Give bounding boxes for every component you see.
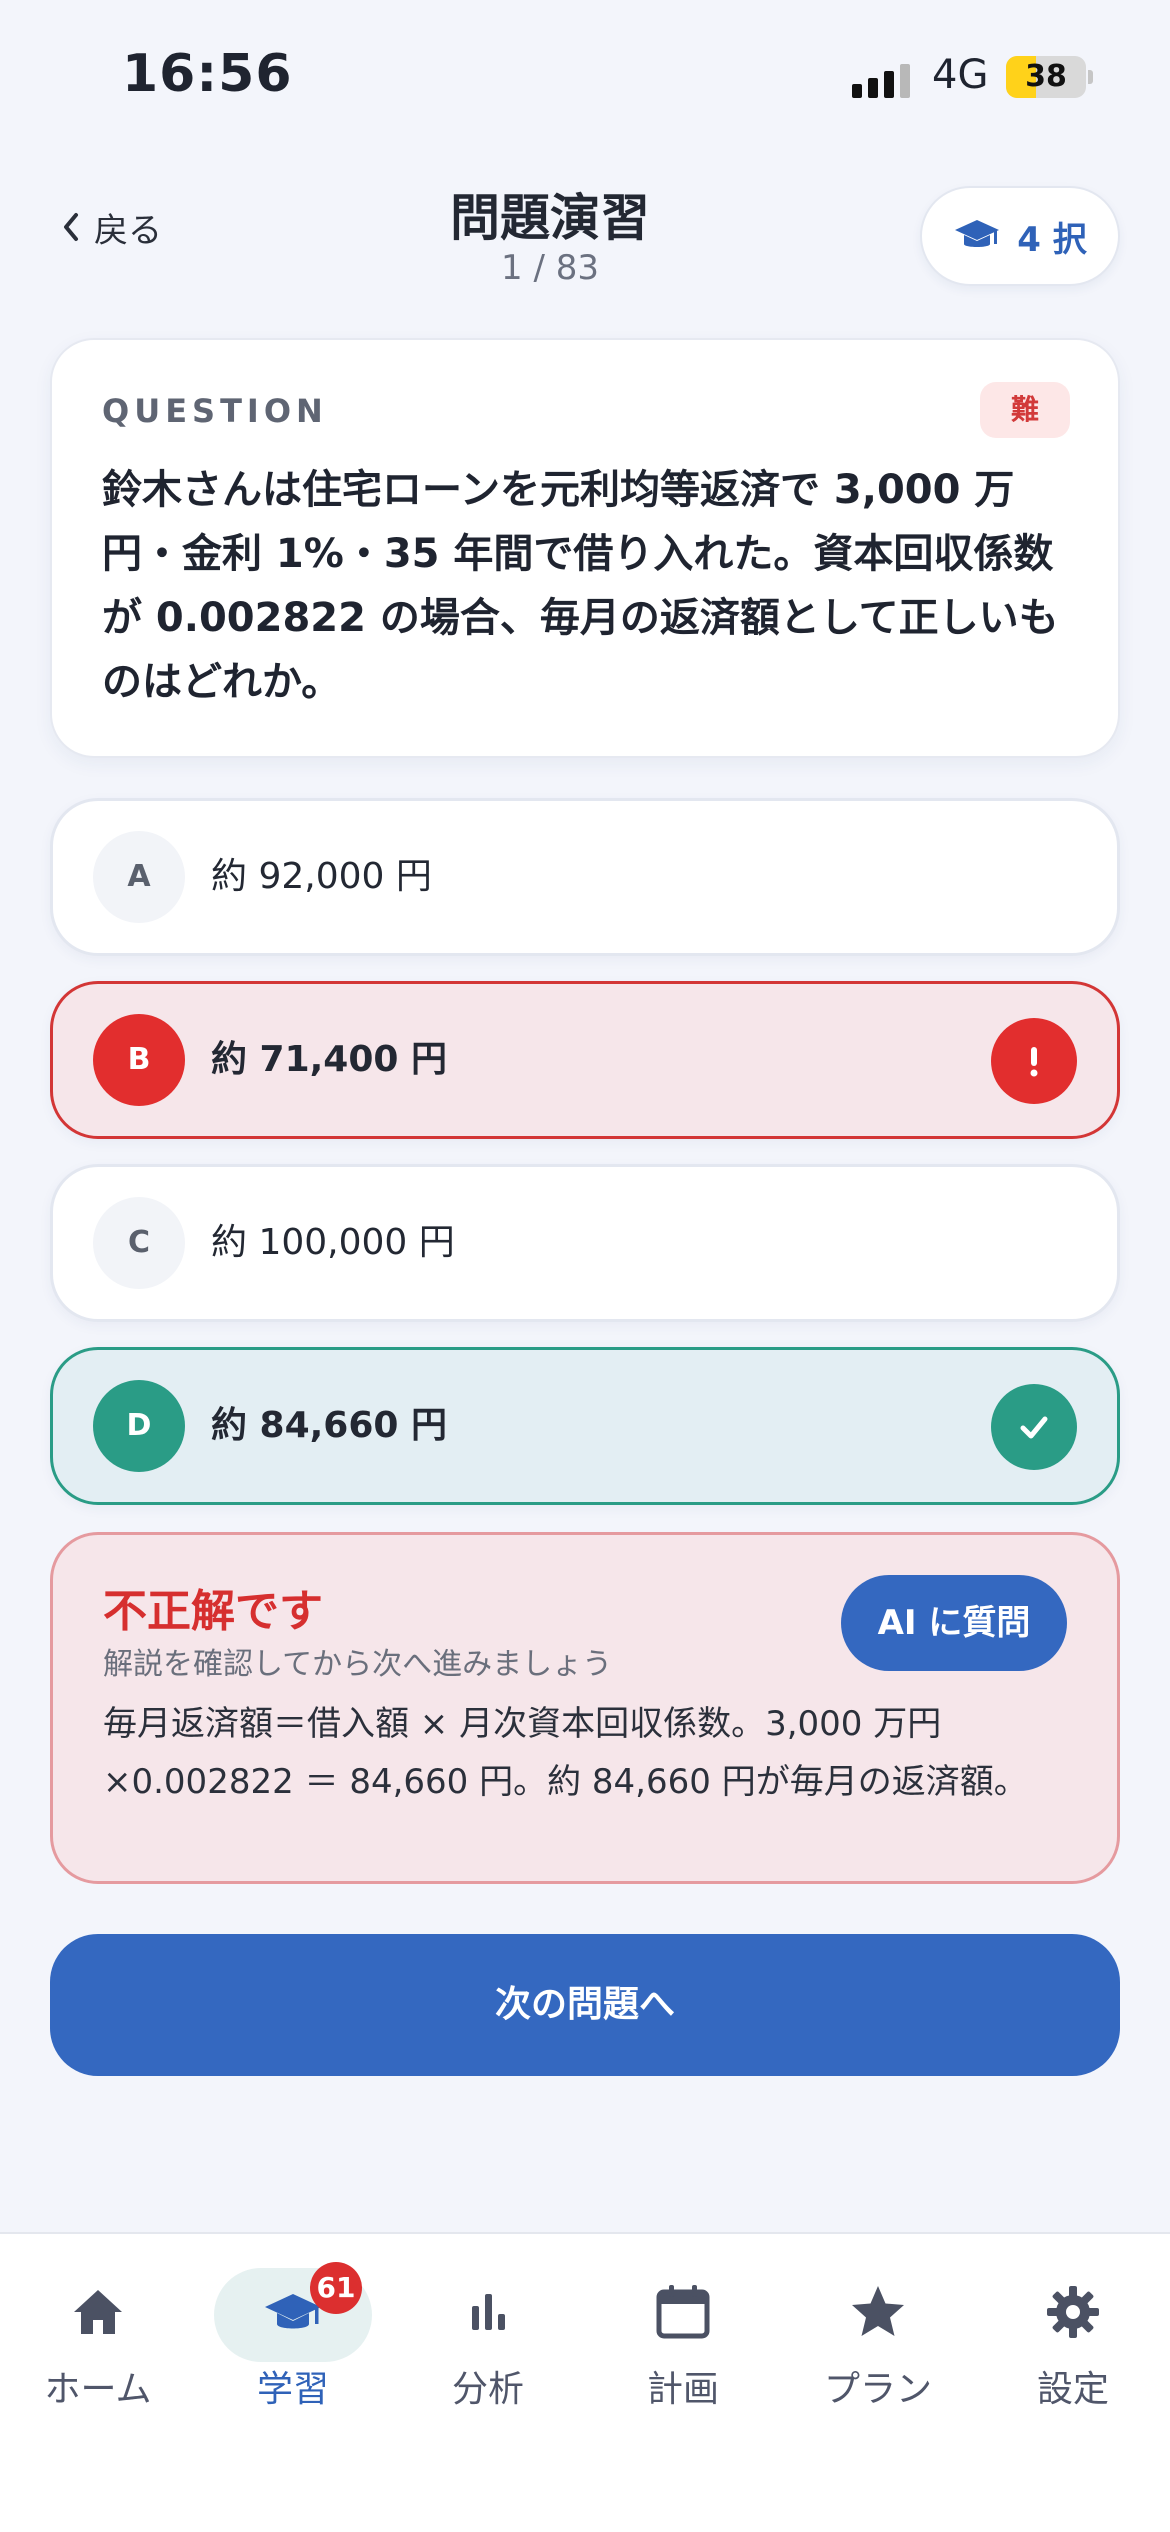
graduation-cap-icon bbox=[955, 220, 1000, 247]
star-icon bbox=[852, 2286, 904, 2336]
feedback-title: 不正解です bbox=[103, 1586, 323, 1637]
difficulty-badge: 難 bbox=[980, 382, 1070, 438]
home-icon bbox=[74, 2290, 122, 2334]
network-type: 4G bbox=[932, 52, 989, 98]
answer-mode-label: 4 択 bbox=[1017, 219, 1087, 260]
nav-item-analysis[interactable]: 分析 bbox=[398, 2268, 578, 2448]
status-bar: 16:56 4G 38 bbox=[0, 0, 1170, 150]
nav-label: 学習 bbox=[256, 2369, 329, 2410]
nav-item-plan[interactable]: 計画 bbox=[593, 2268, 773, 2448]
option-b[interactable]: B 約 71,400 円 bbox=[50, 981, 1120, 1139]
nav-label: 計画 bbox=[646, 2369, 719, 2410]
calendar-icon bbox=[656, 2285, 710, 2339]
option-text: 約 71,400 円 bbox=[211, 1039, 447, 1080]
battery-percentage: 38 bbox=[1025, 59, 1067, 94]
nav-label: 分析 bbox=[451, 2369, 524, 2410]
ask-ai-button[interactable]: AI に質問 bbox=[841, 1575, 1067, 1671]
signal-strength-icon bbox=[852, 58, 914, 98]
nav-item-settings[interactable]: 設定 bbox=[983, 2268, 1163, 2448]
notification-badge: 61 bbox=[310, 2262, 362, 2314]
option-letter: D bbox=[93, 1380, 185, 1472]
nav-item-home[interactable]: ホーム bbox=[8, 2268, 188, 2448]
next-question-button[interactable]: 次の問題へ bbox=[50, 1934, 1120, 2076]
option-text: 約 84,660 円 bbox=[211, 1405, 447, 1446]
nav-label: 設定 bbox=[1036, 2369, 1109, 2410]
option-letter: A bbox=[93, 831, 185, 923]
option-d[interactable]: D 約 84,660 円 bbox=[50, 1347, 1120, 1505]
battery-icon: 38 bbox=[1006, 56, 1086, 98]
option-c[interactable]: C 約 100,000 円 bbox=[50, 1164, 1120, 1322]
feedback-card: 不正解です 解説を確認してから次へ進みましょう AI に質問 毎月返済額＝借入額… bbox=[50, 1532, 1120, 1884]
status-time: 16:56 bbox=[122, 44, 293, 104]
nav-item-subscription[interactable]: プラン bbox=[788, 2268, 968, 2448]
alert-icon bbox=[991, 1018, 1077, 1104]
question-card: QUESTION 難 鈴木さんは住宅ローンを元利均等返済で 3,000 万円・金… bbox=[50, 338, 1120, 758]
answer-mode-button[interactable]: 4 択 bbox=[920, 186, 1120, 286]
nav-label: プラン bbox=[823, 2369, 932, 2410]
feedback-subtitle: 解説を確認してから次へ進みましょう bbox=[103, 1647, 613, 1682]
battery-cap bbox=[1088, 70, 1093, 84]
gear-icon bbox=[1047, 2286, 1099, 2338]
explanation-text: 毎月返済額＝借入額 × 月次資本回収係数。3,000 万円 ×0.002822 … bbox=[103, 1704, 1028, 1802]
question-label: QUESTION bbox=[102, 392, 328, 430]
nav-label: ホーム bbox=[44, 2369, 152, 2410]
question-text: 鈴木さんは住宅ローンを元利均等返済で 3,000 万円・金利 1%・35 年間で… bbox=[102, 467, 1059, 705]
option-letter: B bbox=[93, 1014, 185, 1106]
check-icon bbox=[991, 1384, 1077, 1470]
option-text: 約 100,000 円 bbox=[211, 1222, 455, 1263]
option-letter: C bbox=[93, 1197, 185, 1289]
bar-chart-icon bbox=[472, 2294, 505, 2330]
option-a[interactable]: A 約 92,000 円 bbox=[50, 798, 1120, 956]
option-text: 約 92,000 円 bbox=[211, 856, 432, 897]
